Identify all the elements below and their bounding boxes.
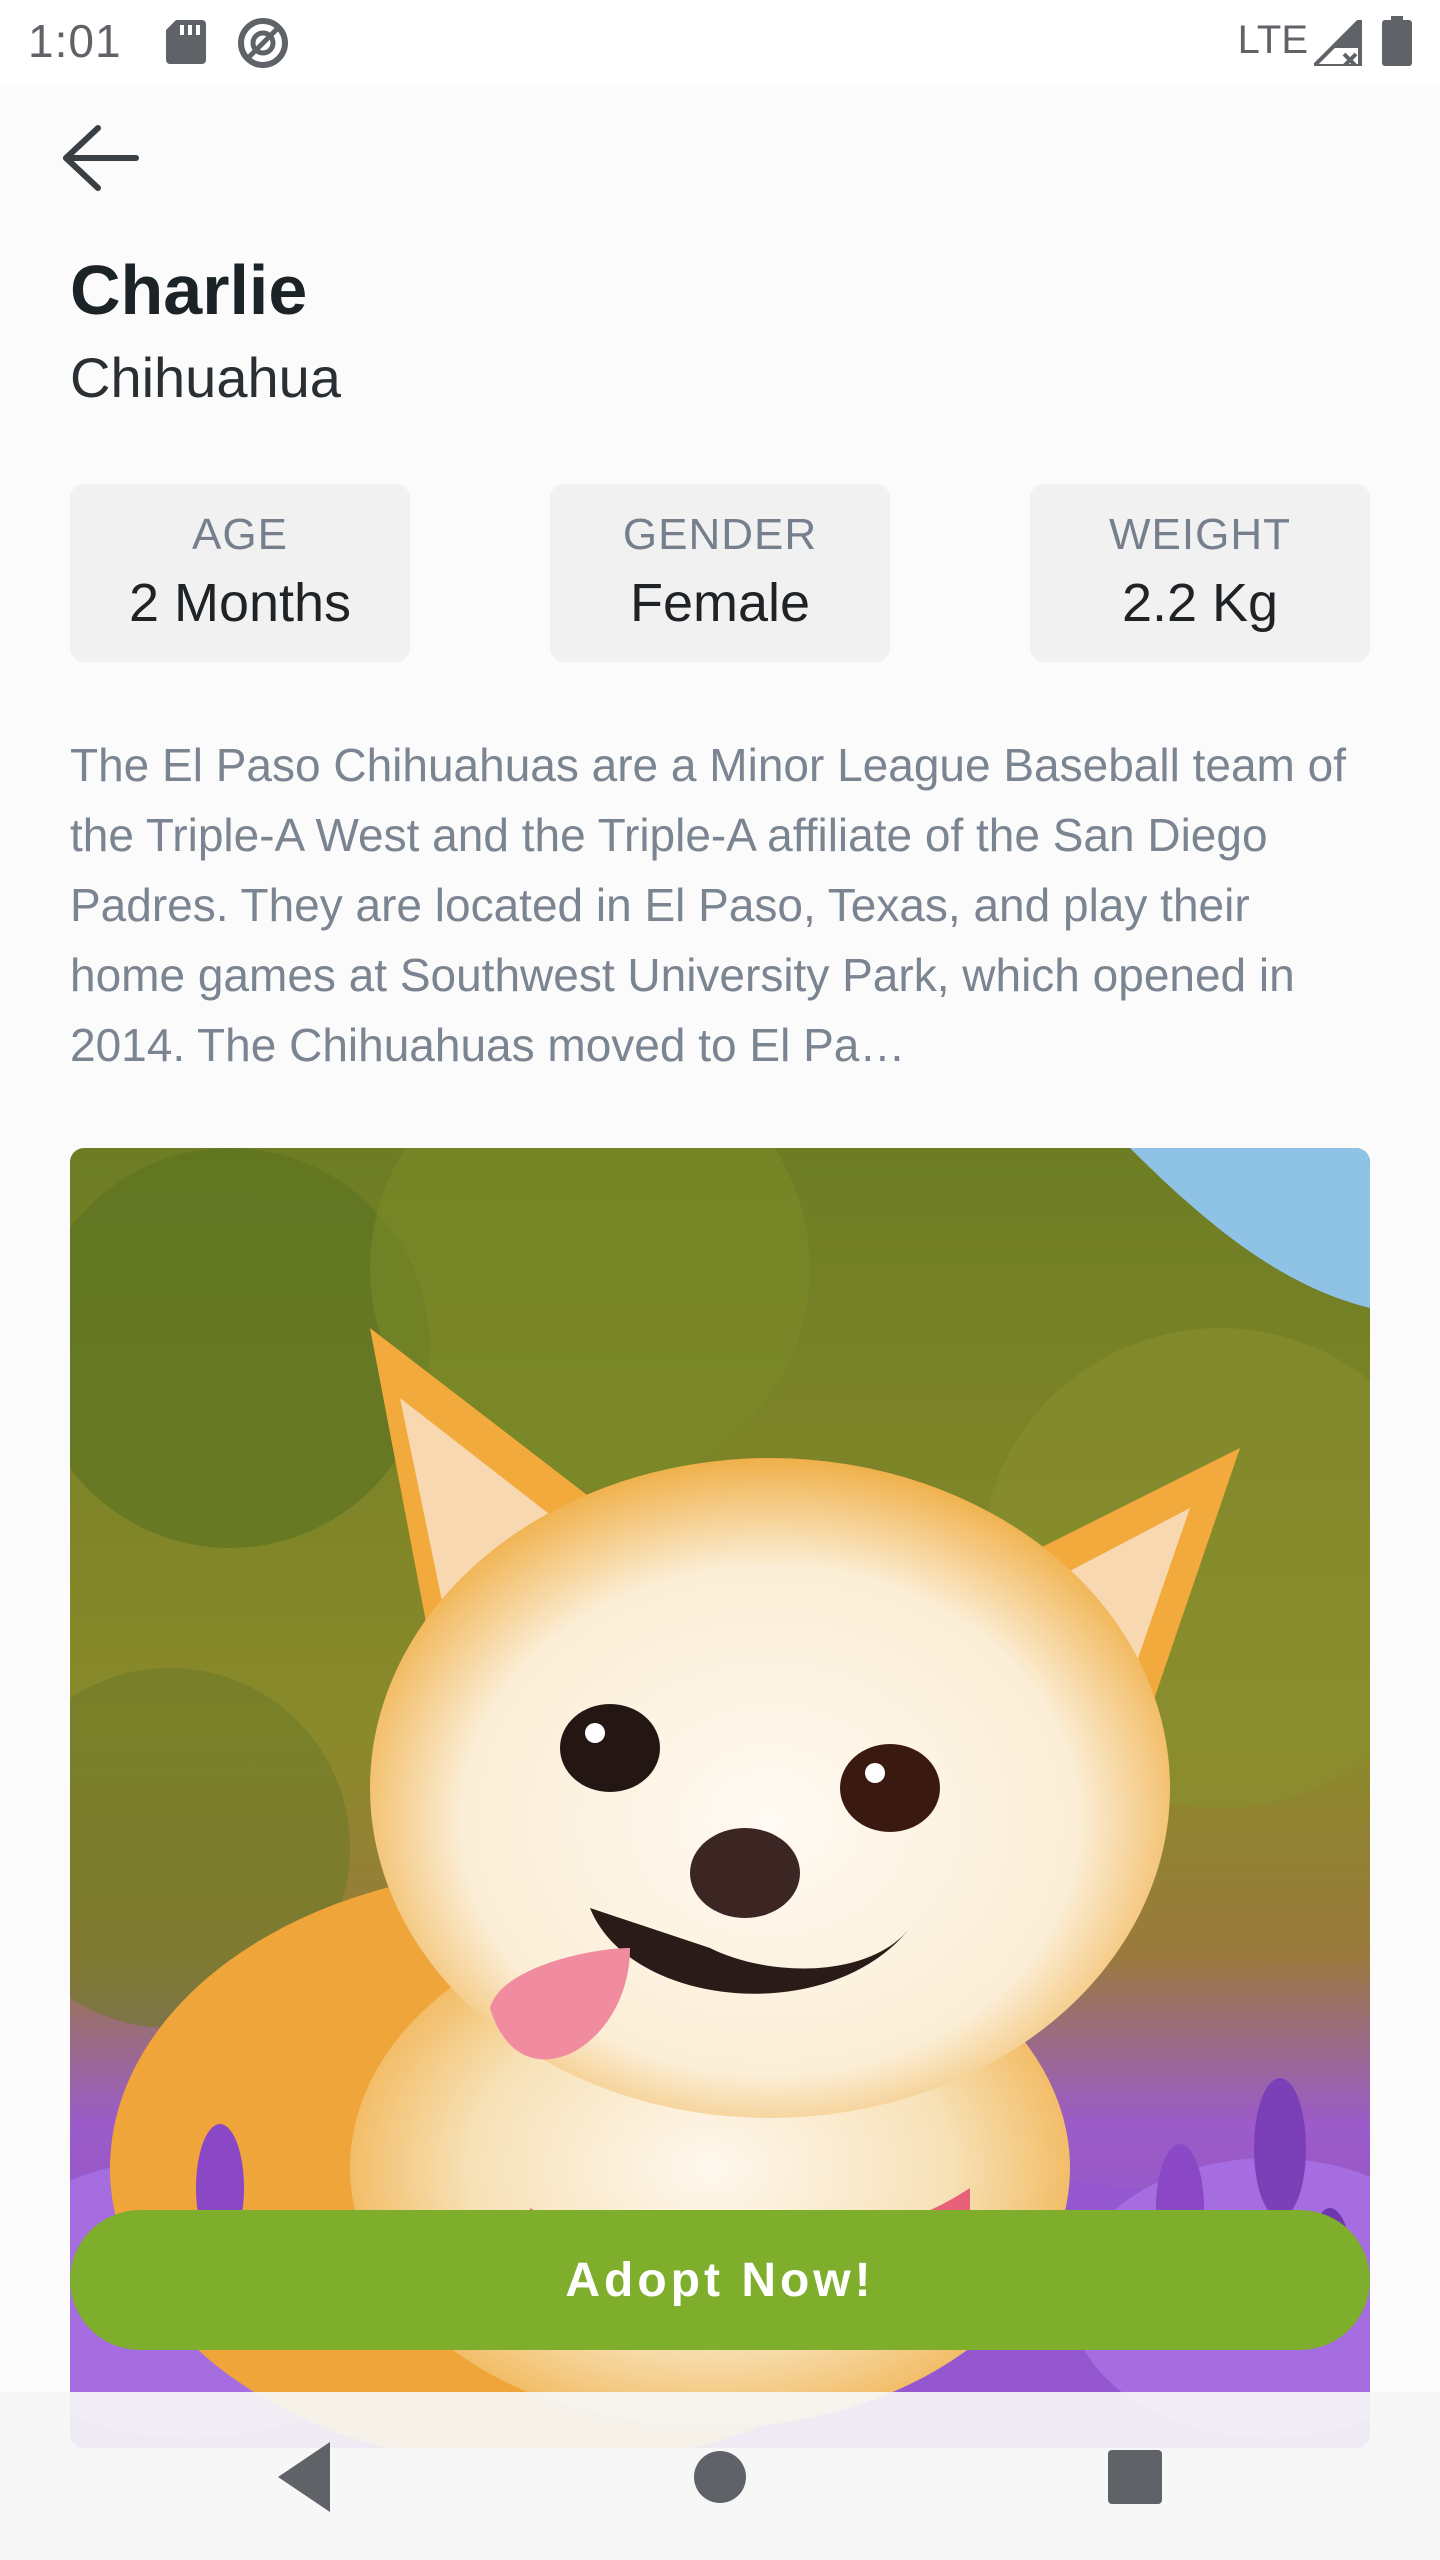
weight-value: 2.2 Kg bbox=[1121, 573, 1279, 633]
pet-breed: Chihuahua bbox=[70, 346, 341, 409]
nav-home-icon[interactable] bbox=[675, 2432, 765, 2522]
status-bar: 1:01 LTE bbox=[0, 0, 1440, 84]
nav-back-icon[interactable] bbox=[260, 2432, 350, 2522]
age-value: 2 Months bbox=[128, 573, 352, 633]
weight-card: WEIGHT 2.2 Kg bbox=[1030, 484, 1370, 662]
age-label: AGE bbox=[192, 510, 288, 559]
age-card: AGE 2 Months bbox=[70, 484, 410, 662]
system-nav-bar bbox=[0, 2392, 1440, 2560]
weight-label: WEIGHT bbox=[1109, 510, 1291, 559]
adopt-now-button[interactable]: Adopt Now! bbox=[70, 2210, 1370, 2350]
gender-label: GENDER bbox=[622, 510, 818, 559]
status-network: LTE bbox=[1237, 18, 1308, 62]
status-time: 1:01 bbox=[28, 15, 122, 67]
pet-name: Charlie bbox=[70, 251, 308, 329]
back-button[interactable] bbox=[40, 110, 160, 206]
arrow-back-icon bbox=[63, 125, 139, 191]
gender-value: Female bbox=[629, 573, 811, 633]
nav-recents-icon[interactable] bbox=[1090, 2432, 1180, 2522]
battery-icon bbox=[1382, 16, 1412, 66]
sd-card-icon bbox=[166, 20, 206, 64]
gender-card: GENDER Female bbox=[550, 484, 890, 662]
pet-description: The El Paso Chihuahuas are a Minor Leagu… bbox=[70, 739, 1347, 1071]
no-disturb-icon bbox=[238, 18, 288, 68]
signal-icon bbox=[1314, 20, 1362, 66]
